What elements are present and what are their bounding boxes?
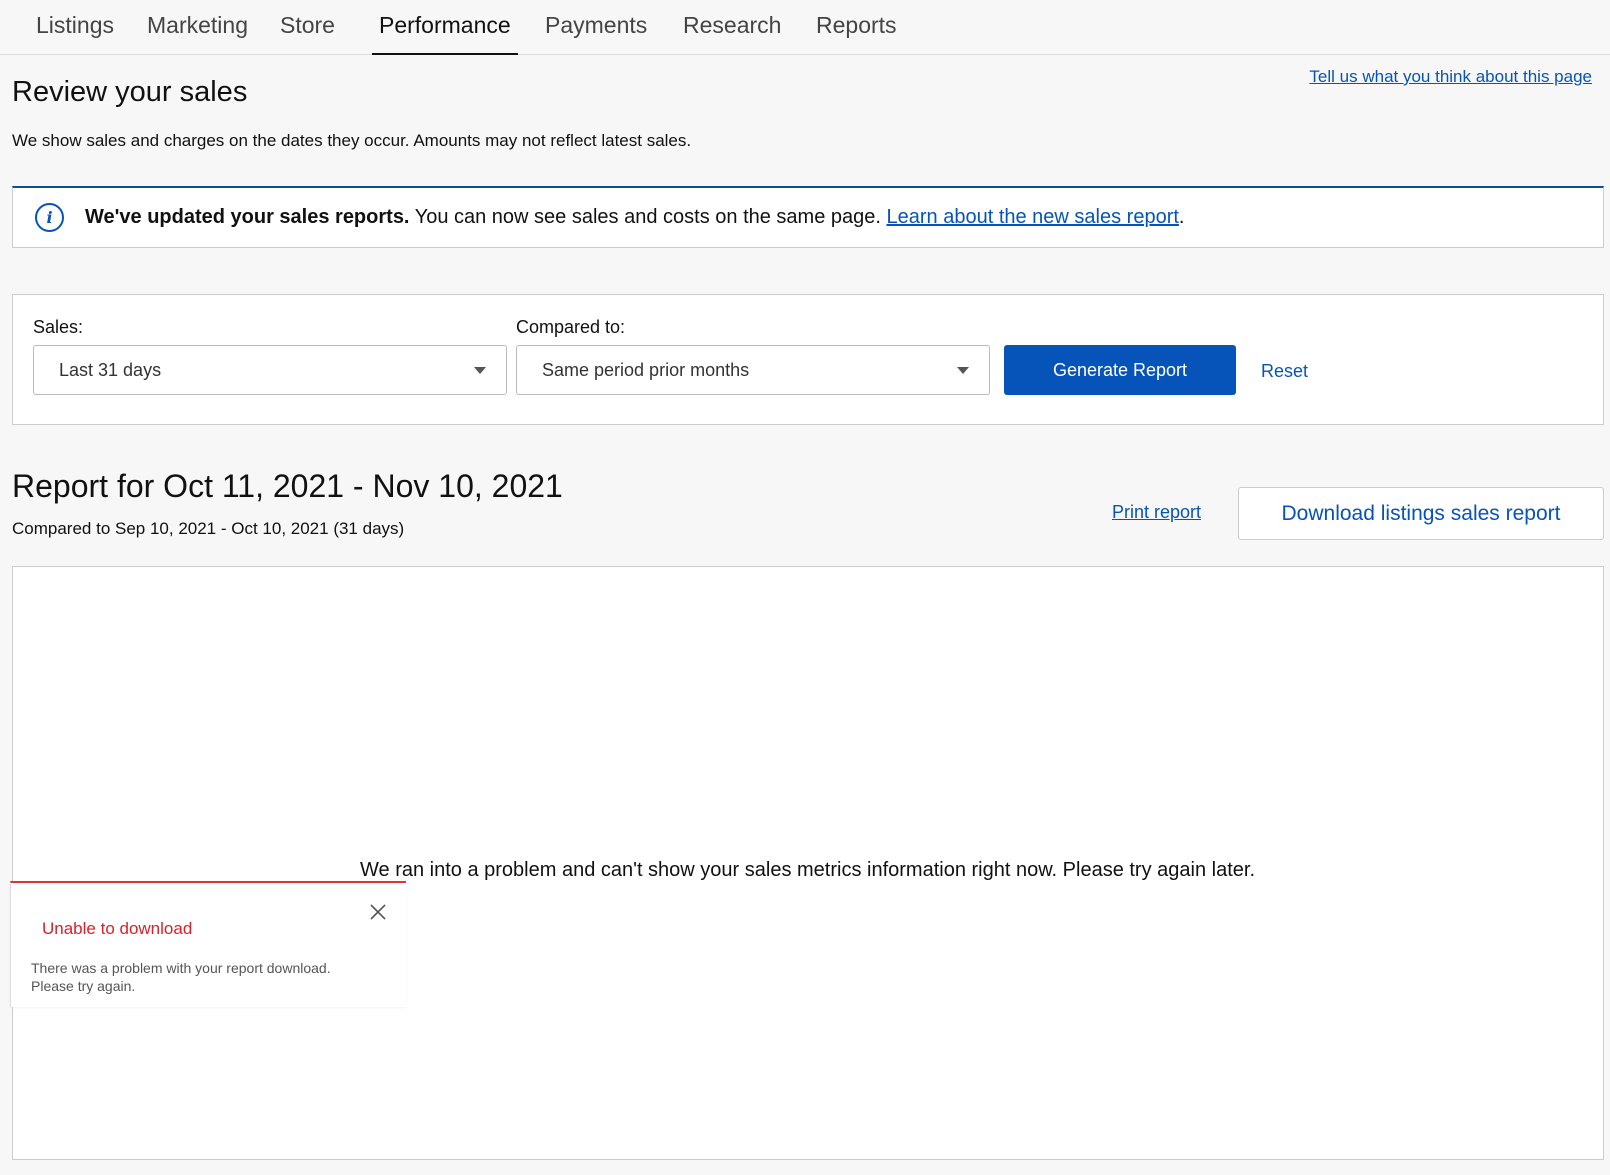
tab-listings[interactable]: Listings <box>29 12 121 55</box>
tab-performance[interactable]: Performance <box>372 12 518 55</box>
banner-bold-text: We've updated your sales reports. <box>85 206 410 228</box>
tab-reports[interactable]: Reports <box>809 12 904 55</box>
compared-to-select[interactable]: Same period prior months <box>516 345 990 395</box>
report-title: Report for Oct 11, 2021 - Nov 10, 2021 <box>12 468 563 504</box>
print-report-link[interactable]: Print report <box>1112 502 1201 523</box>
report-filters: Sales: Last 31 days Compared to: Same pe… <box>12 294 1604 425</box>
sales-period-value: Last 31 days <box>59 359 162 380</box>
compared-to-value: Same period prior months <box>542 359 750 380</box>
info-icon: i <box>35 203 64 232</box>
download-listings-report-button[interactable]: Download listings sales report <box>1238 487 1604 540</box>
compared-to-label: Compared to: <box>516 317 626 337</box>
tab-marketing[interactable]: Marketing <box>140 12 255 55</box>
sales-period-select[interactable]: Last 31 days <box>33 345 507 395</box>
chevron-down-icon <box>957 367 969 374</box>
download-error-toast: Unable to download There was a problem w… <box>10 881 406 1007</box>
info-banner: i We've updated your sales reports. You … <box>12 186 1604 248</box>
reset-link[interactable]: Reset <box>1261 361 1308 382</box>
toast-title: Unable to download <box>42 919 193 938</box>
report-comparison-range: Compared to Sep 10, 2021 - Oct 10, 2021 … <box>12 519 405 538</box>
banner-message: We've updated your sales reports. You ca… <box>85 206 1184 229</box>
sales-metrics-error: We ran into a problem and can't show you… <box>360 859 1255 881</box>
tab-research[interactable]: Research <box>676 12 788 55</box>
tab-payments[interactable]: Payments <box>538 12 654 55</box>
toast-message: There was a problem with your report dow… <box>31 959 371 995</box>
toast-message-line: There was a problem with your report dow… <box>31 960 331 976</box>
sales-label: Sales: <box>33 317 84 337</box>
banner-trailing: . <box>1178 206 1185 228</box>
top-nav: Listings Marketing Store Performance Pay… <box>0 0 1610 55</box>
page: Listings Marketing Store Performance Pay… <box>0 0 1610 1175</box>
learn-more-link[interactable]: Learn about the new sales report <box>887 206 1179 228</box>
chevron-down-icon <box>474 367 486 374</box>
generate-report-button[interactable]: Generate Report <box>1004 345 1236 395</box>
toast-message-line: Please try again. <box>31 978 136 994</box>
banner-text: You can now see sales and costs on the s… <box>409 206 887 228</box>
feedback-link[interactable]: Tell us what you think about this page <box>1309 67 1592 87</box>
close-icon[interactable] <box>367 901 389 923</box>
page-subtitle: We show sales and charges on the dates t… <box>12 131 692 150</box>
page-title: Review your sales <box>12 76 248 108</box>
tab-store[interactable]: Store <box>273 12 342 55</box>
